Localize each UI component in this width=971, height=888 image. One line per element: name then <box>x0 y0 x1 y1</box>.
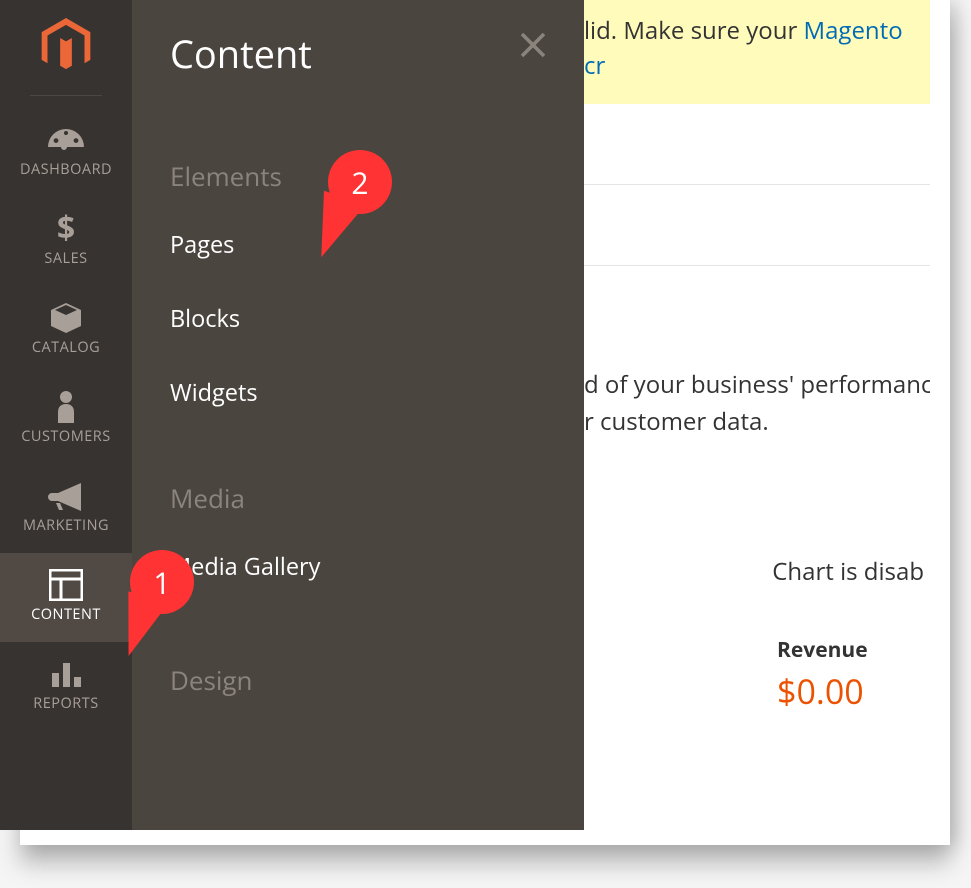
bi-text: d of your business' performanc r custome… <box>584 366 930 440</box>
person-icon <box>0 387 132 427</box>
layout-icon <box>0 565 132 605</box>
sidebar-item-label: CUSTOMERS <box>0 427 132 446</box>
bi-text-line2: r customer data. <box>584 403 930 440</box>
gauge-icon <box>0 120 132 160</box>
admin-sidebar: DASHBOARD $ SALES CATALOG CUSTOMERS MARK… <box>0 0 132 830</box>
submenu-item-pages[interactable]: Pages <box>170 228 546 260</box>
annotation-callout-2: 2 <box>328 150 392 214</box>
magento-logo-icon <box>41 18 91 74</box>
sidebar-item-reports[interactable]: REPORTS <box>0 642 132 731</box>
dashboard-card <box>584 184 930 266</box>
sidebar-divider <box>30 95 102 96</box>
close-icon <box>518 30 548 60</box>
sidebar-item-label: CONTENT <box>0 605 132 624</box>
main-content: lid. Make sure your Magento cr d of your… <box>584 0 930 830</box>
submenu-item-blocks[interactable]: Blocks <box>170 302 546 334</box>
sidebar-item-sales[interactable]: $ SALES <box>0 197 132 286</box>
group-design-title: Design <box>170 662 546 698</box>
sidebar-item-label: DASHBOARD <box>0 160 132 179</box>
dollar-icon: $ <box>0 209 132 249</box>
box-icon <box>0 298 132 338</box>
sidebar-item-dashboard[interactable]: DASHBOARD <box>0 108 132 197</box>
sidebar-item-catalog[interactable]: CATALOG <box>0 286 132 375</box>
megaphone-icon <box>0 476 132 516</box>
chart-disabled-note: Chart is disab <box>584 555 930 588</box>
annotation-callout-1: 1 <box>130 550 194 614</box>
svg-text:$: $ <box>57 212 75 246</box>
sidebar-item-customers[interactable]: CUSTOMERS <box>0 375 132 464</box>
submenu-item-media-gallery[interactable]: Media Gallery <box>170 550 546 582</box>
sidebar-item-content[interactable]: CONTENT <box>0 553 132 642</box>
group-media-title: Media <box>170 480 546 516</box>
bar-chart-icon <box>0 654 132 694</box>
revenue-block: Revenue $0.00 <box>584 636 930 714</box>
sidebar-item-label: CATALOG <box>0 338 132 357</box>
sidebar-item-label: MARKETING <box>0 516 132 535</box>
content-submenu: Content Elements Pages Blocks Widgets Me… <box>132 0 584 830</box>
submenu-item-widgets[interactable]: Widgets <box>170 376 546 408</box>
system-alert: lid. Make sure your Magento cr <box>584 0 930 104</box>
revenue-value: $0.00 <box>777 668 930 714</box>
bi-text-line1: d of your business' performanc <box>584 366 930 403</box>
close-button[interactable] <box>518 30 548 65</box>
alert-text: lid. Make sure your <box>584 14 803 47</box>
sidebar-item-label: REPORTS <box>0 694 132 713</box>
callout-number: 1 <box>153 562 170 603</box>
magento-logo[interactable] <box>0 0 132 89</box>
revenue-label: Revenue <box>777 636 930 664</box>
callout-number: 2 <box>351 162 368 203</box>
sidebar-item-marketing[interactable]: MARKETING <box>0 464 132 553</box>
submenu-title: Content <box>170 28 546 80</box>
sidebar-item-label: SALES <box>0 249 132 268</box>
